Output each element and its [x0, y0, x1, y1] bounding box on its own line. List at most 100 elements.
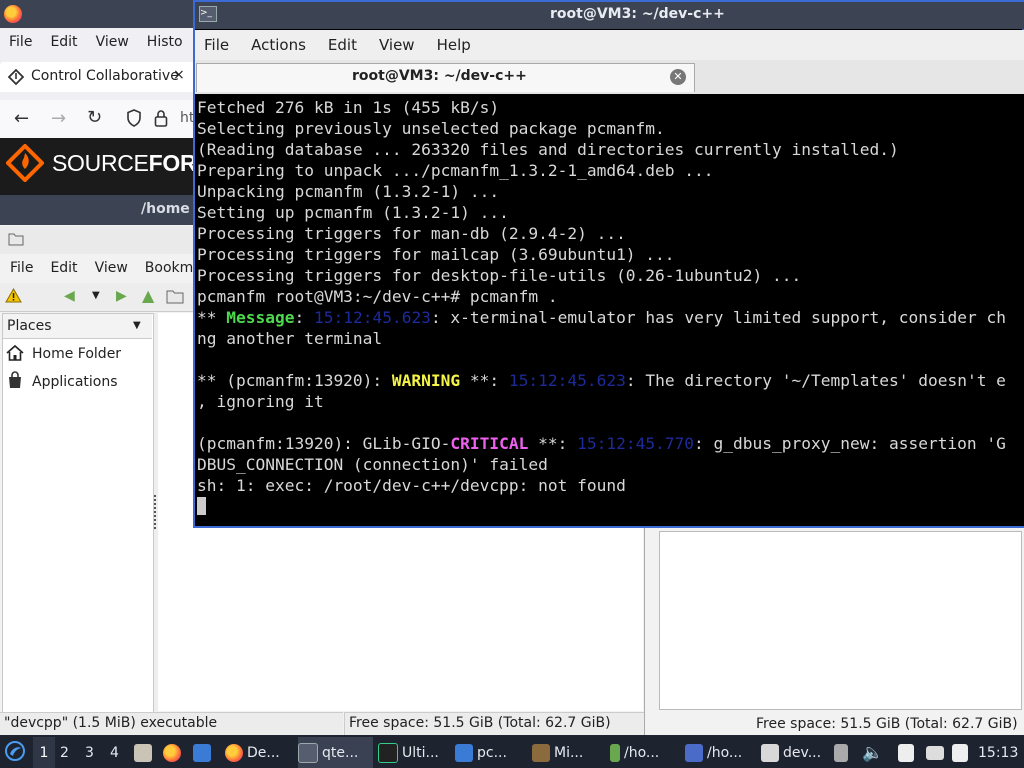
terminal-menu-view[interactable]: View [370, 36, 428, 54]
desktop-launcher[interactable] [193, 737, 215, 768]
terminal-menu-help[interactable]: Help [428, 36, 484, 54]
firefox-menu-edit[interactable]: Edit [41, 34, 86, 50]
tab-close-icon[interactable]: × [173, 67, 185, 83]
fm-menu-file[interactable]: File [0, 260, 40, 276]
task-minecraft[interactable]: Mi... [532, 737, 602, 768]
workspace-3[interactable]: 3 [85, 737, 94, 768]
warning-icon [5, 287, 22, 307]
task-folder[interactable]: dev... [761, 737, 827, 768]
network-tray[interactable] [926, 737, 948, 768]
clipboard-tray[interactable] [898, 737, 918, 768]
task-editor-2[interactable]: /ho... [685, 737, 755, 768]
terminal-critical-line: (pcmanfm:13920): GLib-GIO-CRITICAL **: 1… [197, 433, 1024, 454]
terminal-cursor-line [197, 496, 1024, 517]
terminal-line: Fetched 276 kB in 1s (455 kB/s) [197, 98, 500, 117]
task-label: dev... [783, 744, 822, 761]
file-view-2[interactable] [659, 531, 1022, 710]
firefox-titlebar[interactable] [0, 0, 196, 28]
clipboard-icon [898, 743, 914, 762]
history-dropdown-icon[interactable]: ▼ [92, 290, 100, 301]
warn-mid: **: [460, 371, 509, 390]
sidebar-item-applications[interactable]: Applications [4, 369, 150, 395]
workspace-4[interactable]: 4 [110, 737, 119, 768]
lock-icon[interactable] [154, 109, 168, 131]
places-label: Places [7, 318, 52, 334]
firefox-menu-history[interactable]: Histo [138, 34, 192, 50]
forward-icon[interactable]: ▶ [116, 288, 127, 304]
fm-menu-view[interactable]: View [85, 260, 135, 276]
task-ultimate[interactable]: Ulti... [378, 737, 450, 768]
crit-prefix: (pcmanfm:13920): GLib-GIO- [197, 434, 451, 453]
back-icon[interactable]: ◀ [64, 288, 75, 304]
chevron-down-icon[interactable]: ▼ [133, 320, 141, 331]
task-label: /ho... [624, 744, 660, 761]
wordmark-bold: FOR [148, 150, 197, 176]
folder-icon [8, 232, 24, 250]
file-manager-title: /home [141, 201, 190, 217]
minecraft-icon [532, 743, 550, 762]
volume-icon[interactable]: 🔈 [862, 737, 883, 768]
clock[interactable]: 15:13 [978, 737, 1018, 768]
terminal-line: Unpacking pcmanfm (1.3.2-1) ... [197, 182, 500, 201]
updates-icon [952, 743, 968, 762]
firefox-menubar: File Edit View Histo [0, 28, 196, 56]
terminal-prompt-line: pcmanfm root@VM3:~/dev-c++# pcmanfm . [197, 287, 558, 306]
status-free-space-text-2: Free space: 51.5 GiB (Total: 62.7 GiB) [756, 716, 1018, 732]
monitor-icon [193, 743, 211, 762]
tracking-shield-icon[interactable] [126, 109, 142, 131]
network-icon [926, 745, 944, 760]
updates-tray[interactable] [952, 737, 972, 768]
firefox-menu-view[interactable]: View [87, 34, 138, 50]
terminal-line: ng another terminal [197, 329, 383, 348]
firefox-icon [163, 743, 181, 762]
workspace-1[interactable]: 1 [33, 737, 55, 768]
firefox-navbar: ← → ↻ ht [0, 100, 196, 138]
sourceforge-favicon-icon [7, 68, 25, 86]
terminal-warning-line: ** (pcmanfm:13920): WARNING **: 15:12:45… [197, 370, 1024, 391]
folder-icon [761, 743, 779, 762]
firefox-launcher[interactable] [163, 737, 185, 768]
terminal-window-title: root@VM3: ~/dev-c++ [550, 6, 725, 22]
status-free-space-text: Free space: 51.5 GiB (Total: 62.7 GiB) [349, 715, 611, 731]
start-menu-button[interactable] [4, 737, 26, 768]
terminal-menu-file[interactable]: File [195, 36, 242, 54]
terminal-line: Processing triggers for desktop-file-uti… [197, 266, 802, 285]
text-cursor [197, 497, 206, 515]
folder-icon [455, 743, 473, 762]
terminal-icon [298, 742, 318, 763]
warn-text: : The directory '~/Templates' doesn't e [625, 371, 1006, 390]
show-desktop-button[interactable] [134, 737, 156, 768]
terminal-menu-actions[interactable]: Actions [242, 36, 319, 54]
task-pcmanfm[interactable]: pc... [455, 737, 525, 768]
up-icon[interactable]: ▲ [142, 286, 154, 305]
fm-menu-edit[interactable]: Edit [40, 260, 84, 276]
terminal-line: Preparing to unpack .../pcmanfm_1.3.2-1_… [197, 161, 714, 180]
home-icon [4, 344, 26, 365]
terminal-app-icon: >_ [199, 6, 217, 22]
msg-prefix: ** [197, 308, 227, 327]
task-label: De... [247, 744, 280, 761]
terminal-menu-edit[interactable]: Edit [319, 36, 370, 54]
close-icon[interactable]: ✕ [670, 69, 686, 85]
terminal-message-line: ** Message: 15:12:45.623: x-terminal-emu… [197, 307, 1024, 328]
sidebar-item-home-folder[interactable]: Home Folder [4, 341, 150, 367]
task-qterminal[interactable]: qte... [298, 737, 373, 768]
firefox-menu-file[interactable]: File [0, 34, 41, 50]
forward-icon[interactable]: → [51, 108, 66, 129]
task-editor-1[interactable]: /ho... [610, 737, 678, 768]
back-icon[interactable]: ← [14, 108, 29, 129]
crit-mid: **: [528, 434, 578, 453]
tray-scroll-button[interactable] [834, 737, 852, 768]
firefox-tab-title: Control Collaborative [31, 68, 179, 84]
file-manager-menubar: File Edit View Bookma [0, 255, 202, 281]
msg-tag: Message [226, 308, 295, 327]
home-folder-icon[interactable] [166, 289, 184, 308]
reload-icon[interactable]: ↻ [87, 107, 102, 128]
task-label: pc... [477, 744, 507, 761]
workspace-2[interactable]: 2 [60, 737, 69, 768]
task-firefox[interactable]: De... [225, 737, 295, 768]
crit-text: : g_dbus_proxy_new: assertion 'G [694, 434, 1006, 453]
msg-timestamp: 15:12:45.623 [313, 308, 431, 327]
